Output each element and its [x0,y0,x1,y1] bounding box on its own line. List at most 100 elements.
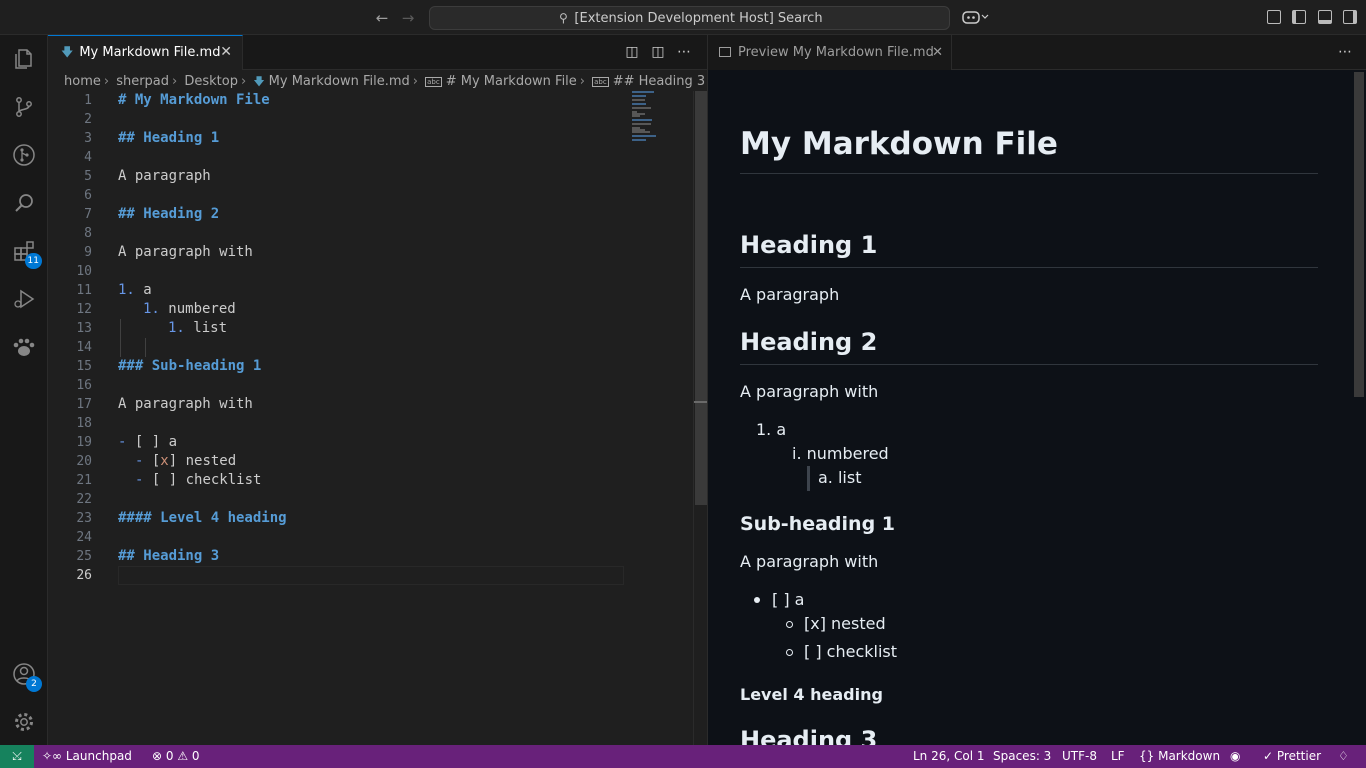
code-line: 1 # My Markdown File [48,91,693,110]
open-preview-to-side-icon[interactable]: ◫ [624,44,640,60]
line-content: #### Level 4 heading [118,510,287,526]
breadcrumb-home[interactable]: home [64,74,101,89]
accounts-icon[interactable]: 2 [12,662,42,692]
notifications-bell-icon[interactable]: ♢ [1338,745,1349,768]
breadcrumb-section[interactable]: # My Markdown File [446,74,577,89]
code-line: 17 A paragraph with [48,395,693,414]
tab-preview[interactable]: Preview My Markdown File.md ✕ [708,35,952,70]
command-center-search[interactable]: ⚲ [Extension Development Host] Search [429,6,950,30]
preview-h2-heading1: Heading 1 [740,229,1318,268]
line-text: A paragraph with [118,243,253,262]
line-number: 1 [84,93,92,108]
line-number: 2 [84,112,92,127]
line-content: ## Heading 2 [118,206,220,222]
code-line: 15 ### Sub-heading 1 [48,357,693,376]
line-text: 1. numbered [143,300,236,319]
settings-gear-icon[interactable] [12,710,36,734]
run-debug-icon[interactable] [12,287,36,311]
preview-tab-label: Preview My Markdown File.md [738,45,934,60]
preview-paragraph: A paragraph with [740,382,879,401]
prettier-item[interactable]: ✓ Prettier [1263,745,1321,768]
gitlens-icon[interactable] [12,143,36,167]
extensions-badge: 11 [24,253,42,269]
tab-my-markdown-file[interactable]: 🡇 My Markdown File.md ✕ [48,35,243,70]
line-text: #### Level 4 heading [118,509,287,528]
chevron-right-icon: › [579,74,585,89]
editor-scrollbar[interactable] [693,91,708,745]
line-content: A paragraph [118,168,211,184]
back-arrow-icon[interactable]: ← [372,8,392,28]
source-control-icon[interactable] [12,95,36,119]
line-content: [ ] a [126,434,178,450]
split-editor-icon[interactable]: ◫ [650,44,666,60]
cursor-position[interactable]: Ln 26, Col 1 [913,745,985,768]
code-line: 7 ## Heading 2 [48,205,693,224]
minimap[interactable] [632,91,672,151]
preview-h4: Level 4 heading [740,685,883,704]
end-of-line[interactable]: LF [1111,745,1125,768]
copilot-status-icon[interactable]: ◉ [1230,745,1240,768]
line-number: 26 [76,568,92,583]
search-view-icon[interactable] [12,191,36,215]
breadcrumb-file[interactable]: My Markdown File.md [269,74,410,89]
line-text: 1. list [168,319,227,338]
line-content: ] nested [168,453,237,469]
code-line: 26 [48,566,693,585]
breadcrumb-desktop[interactable]: Desktop [184,74,238,89]
code-line: 19 - [ ] a [48,433,693,452]
tab-label: My Markdown File.md [79,45,221,60]
customize-layout-icon[interactable] [1267,10,1281,24]
more-actions-icon[interactable]: ⋯ [1338,44,1352,60]
indentation[interactable]: Spaces: 3 [993,745,1051,768]
launchpad-item[interactable]: ✧∞ Launchpad [42,745,132,768]
code-line: 3 ## Heading 1 [48,129,693,148]
minimap-line [632,115,641,117]
scrollbar-thumb[interactable] [1354,72,1364,397]
preview-h3: Sub-heading 1 [740,513,896,535]
problems-item[interactable]: ⊗ 0 ⚠ 0 [152,745,200,768]
warning-count: 0 [191,749,200,763]
paw-extension-icon[interactable] [12,335,36,359]
remote-indicator-icon[interactable]: ⤩ [0,745,34,768]
editor-tab-bar: 🡇 My Markdown File.md ✕ ◫ ◫ ⋯ [48,35,707,70]
toggle-panel-icon[interactable] [1318,10,1332,24]
toggle-secondary-sidebar-icon[interactable] [1343,10,1357,24]
line-number: 10 [76,264,92,279]
list-circle-bullet [786,621,793,628]
preview-h2-heading2: Heading 2 [740,326,1318,365]
line-number: 12 [76,302,92,317]
string-symbol-icon: abc [592,77,609,87]
preview-h1: My Markdown File [740,124,1318,174]
toggle-primary-sidebar-icon[interactable] [1292,10,1306,24]
chevron-right-icon: › [103,74,110,89]
launchpad-rocket-icon: ✧∞ [42,749,66,763]
code-line: 23 #### Level 4 heading [48,509,693,528]
close-icon[interactable]: ✕ [220,36,232,69]
line-number: 17 [76,397,92,412]
line-content: list [184,320,228,336]
code-line: 8 [48,224,693,243]
code-line: 9 A paragraph with [48,243,693,262]
language-mode[interactable]: {} Markdown [1139,745,1220,768]
preview-ul-item: [ ] a [772,590,805,609]
forward-arrow-icon[interactable]: → [398,8,418,28]
extensions-icon[interactable]: 11 [12,239,42,269]
line-number: 23 [76,511,92,526]
line-number: 8 [84,226,92,241]
line-number: 3 [84,131,92,146]
breadcrumb-subsection[interactable]: ## Heading 3 [613,74,705,89]
copilot-icon[interactable] [962,9,989,25]
explorer-icon[interactable] [12,47,36,71]
close-icon[interactable]: ✕ [932,35,943,70]
minimap-line [632,99,646,101]
line-content: [ [143,453,161,469]
more-actions-icon[interactable]: ⋯ [676,44,692,60]
code-editor[interactable]: 1 # My Markdown File 2 3 ## Heading 145A par… [48,91,693,585]
preview-scrollbar[interactable] [1352,70,1366,745]
encoding[interactable]: UTF-8 [1062,745,1097,768]
scrollbar-thumb[interactable] [695,91,707,505]
breadcrumb-user[interactable]: sherpad [116,74,169,89]
markdown-file-icon: 🡇 [253,75,265,88]
code-line: 22 [48,490,693,509]
line-content: ### Sub-heading 1 [118,358,262,374]
